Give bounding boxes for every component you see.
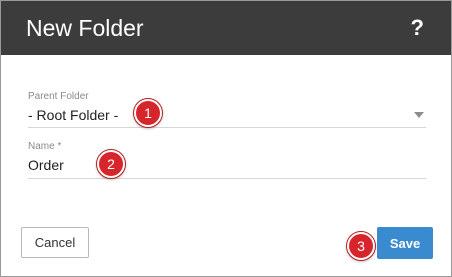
dialog-title: New Folder [26, 15, 144, 41]
callout-1-badge: 1 [134, 99, 162, 127]
name-input[interactable] [28, 141, 426, 179]
parent-folder-select[interactable] [28, 91, 426, 127]
cancel-button[interactable]: Cancel [21, 227, 89, 258]
new-folder-dialog: New Folder ? Parent Folder - Root Folder… [0, 0, 452, 277]
parent-folder-underline [28, 127, 426, 128]
help-icon[interactable]: ? [411, 15, 424, 41]
dialog-header: New Folder ? [1, 1, 451, 55]
callout-2-badge: 2 [97, 150, 125, 178]
save-button[interactable]: Save [377, 227, 433, 259]
callout-3-badge: 3 [347, 232, 375, 260]
